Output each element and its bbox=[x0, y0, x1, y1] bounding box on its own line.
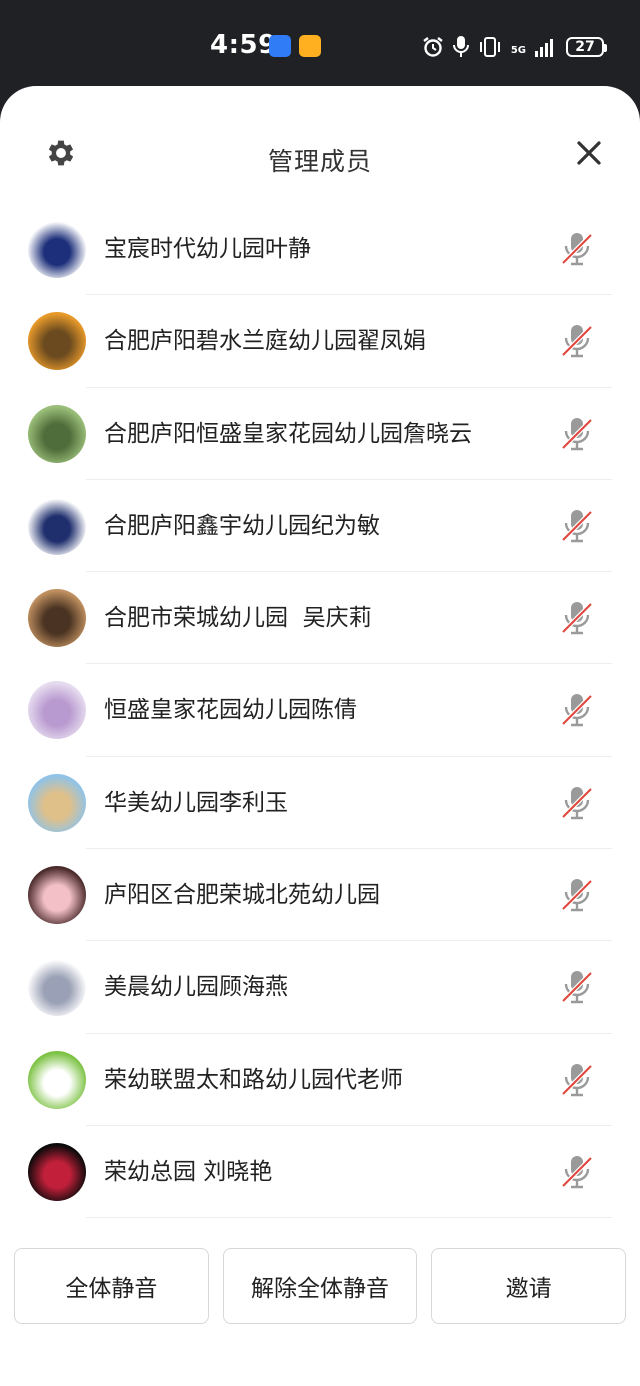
battery-indicator: 27 bbox=[566, 37, 607, 57]
app-notification-icon bbox=[299, 35, 321, 57]
member-row[interactable]: 荣幼总园 刘晓艳 bbox=[0, 1126, 640, 1219]
action-bar: 全体静音 解除全体静音 邀请 bbox=[14, 1248, 627, 1326]
member-row[interactable]: 庐阳区合肥荣城北苑幼儿园 bbox=[0, 849, 640, 942]
member-name: 合肥庐阳鑫宇幼儿园纪为敏 bbox=[104, 512, 380, 539]
mic-muted-icon[interactable] bbox=[560, 785, 594, 821]
member-avatar bbox=[28, 866, 86, 925]
mic-muted-icon[interactable] bbox=[560, 1062, 594, 1098]
status-icons: 5G 27 bbox=[422, 33, 607, 61]
member-avatar bbox=[28, 681, 86, 740]
microphone-icon bbox=[452, 36, 469, 57]
member-name: 恒盛皇家花园幼儿园陈倩 bbox=[104, 697, 357, 724]
member-row[interactable]: 华美幼儿园李利玉 bbox=[0, 757, 640, 850]
network-type: 5G bbox=[510, 44, 526, 56]
sheet-header: 管理成员 bbox=[0, 86, 640, 222]
alarm-icon bbox=[423, 37, 443, 57]
member-name: 荣幼联盟太和路幼儿园代老师 bbox=[104, 1066, 403, 1093]
member-avatar bbox=[28, 958, 86, 1017]
close-icon[interactable] bbox=[574, 138, 604, 168]
status-bar: 4:59 5G 27 bbox=[0, 0, 640, 92]
member-row[interactable]: 美晨幼儿园顾海燕 bbox=[0, 941, 640, 1034]
member-row[interactable]: 合肥庐阳恒盛皇家花园幼儿园詹晓云 bbox=[0, 388, 640, 481]
unmute-all-button[interactable]: 解除全体静音 bbox=[222, 1248, 418, 1324]
member-avatar bbox=[28, 496, 86, 555]
member-name: 华美幼儿园李利玉 bbox=[104, 789, 288, 816]
member-avatar bbox=[28, 220, 86, 278]
member-avatar bbox=[28, 1142, 86, 1201]
mic-muted-icon[interactable] bbox=[560, 416, 594, 452]
member-avatar bbox=[28, 773, 86, 832]
member-name: 庐阳区合肥荣城北苑幼儿园 bbox=[104, 882, 380, 909]
mic-muted-icon[interactable] bbox=[560, 600, 594, 636]
member-name: 荣幼总园 刘晓艳 bbox=[104, 1158, 273, 1185]
vibrate-icon bbox=[479, 37, 500, 57]
member-avatar bbox=[28, 1050, 86, 1109]
mic-muted-icon[interactable] bbox=[560, 1154, 594, 1190]
mic-muted-icon[interactable] bbox=[560, 508, 594, 544]
member-row[interactable]: 荣幼联盟太和路幼儿园代老师 bbox=[0, 1034, 640, 1127]
mic-muted-icon[interactable] bbox=[560, 323, 594, 359]
sheet-title: 管理成员 bbox=[267, 147, 372, 176]
invite-button[interactable]: 邀请 bbox=[431, 1248, 627, 1324]
member-row[interactable]: 宝宸时代幼儿园叶静 bbox=[0, 203, 640, 296]
member-list: 宝宸时代幼儿园叶静合肥庐阳碧水兰庭幼儿园翟凤娟合肥庐阳恒盛皇家花园幼儿园詹晓云合… bbox=[0, 203, 640, 1219]
mic-muted-icon[interactable] bbox=[560, 231, 594, 267]
manage-members-sheet: 管理成员 宝宸时代幼儿园叶静合肥庐阳碧水兰庭幼儿园翟凤娟合肥庐阳恒盛皇家花园幼儿… bbox=[0, 86, 640, 1386]
member-row[interactable]: 恒盛皇家花园幼儿园陈倩 bbox=[0, 664, 640, 758]
mute-all-button[interactable]: 全体静音 bbox=[14, 1248, 209, 1324]
status-time: 4:59 bbox=[210, 30, 277, 60]
member-avatar bbox=[28, 312, 86, 371]
member-avatar bbox=[28, 404, 86, 463]
app-notification-icon bbox=[269, 35, 291, 57]
member-avatar bbox=[28, 589, 86, 648]
member-row[interactable]: 合肥庐阳碧水兰庭幼儿园翟凤娟 bbox=[0, 295, 640, 388]
mic-muted-icon[interactable] bbox=[560, 969, 594, 1005]
member-name: 合肥庐阳恒盛皇家花园幼儿园詹晓云 bbox=[104, 420, 472, 447]
member-row[interactable]: 合肥市荣城幼儿园 吴庆莉 bbox=[0, 572, 640, 665]
mic-muted-icon[interactable] bbox=[560, 877, 594, 913]
member-name: 宝宸时代幼儿园叶静 bbox=[104, 236, 311, 262]
mic-muted-icon[interactable] bbox=[560, 692, 594, 728]
member-name: 合肥庐阳碧水兰庭幼儿园翟凤娟 bbox=[104, 328, 426, 355]
member-row[interactable]: 合肥庐阳鑫宇幼儿园纪为敏 bbox=[0, 480, 640, 573]
signal-icon bbox=[535, 39, 553, 57]
member-name: 合肥市荣城幼儿园 吴庆莉 bbox=[104, 605, 372, 632]
member-name: 美晨幼儿园顾海燕 bbox=[104, 974, 288, 1001]
